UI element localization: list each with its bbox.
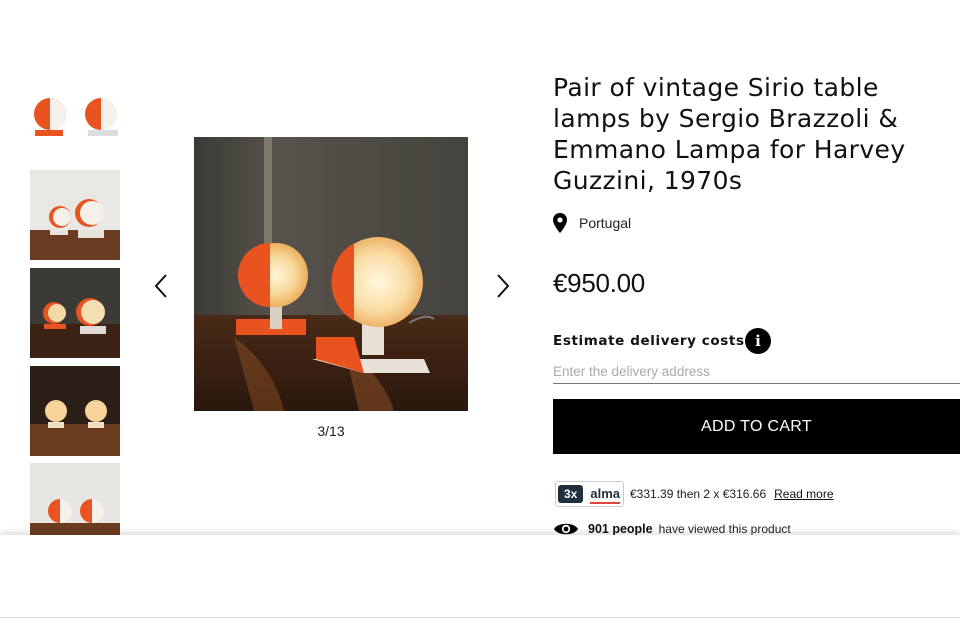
viewers-text: have viewed this product xyxy=(658,522,791,536)
previous-image-button[interactable] xyxy=(150,270,174,302)
thumbnail-4[interactable] xyxy=(30,366,120,456)
next-image-button[interactable] xyxy=(490,270,514,302)
delivery-address-input[interactable] xyxy=(553,360,960,384)
thumbnail-5[interactable] xyxy=(30,463,120,536)
thumbnail-2[interactable] xyxy=(30,170,120,260)
map-pin-icon xyxy=(553,213,567,233)
thumbnail-3[interactable] xyxy=(30,268,120,358)
product-title: Pair of vintage Sirio table lamps by Ser… xyxy=(553,73,906,195)
alma-installments: 3x alma €331.39 then 2 x €316.66 Read mo… xyxy=(555,481,834,507)
product-location: Portugal xyxy=(553,212,631,234)
location-label: Portugal xyxy=(579,215,632,231)
info-icon[interactable]: i xyxy=(745,328,771,354)
add-to-cart-button[interactable]: ADD TO CART xyxy=(553,399,960,454)
thumbnail-1[interactable] xyxy=(30,76,120,166)
alma-installment-text: €331.39 then 2 x €316.66 xyxy=(630,487,767,501)
alma-installment-count: 3x xyxy=(558,485,584,503)
image-counter: 3/13 xyxy=(317,423,345,439)
read-more-link[interactable]: Read more xyxy=(774,487,833,501)
chevron-left-icon xyxy=(154,274,167,298)
viewers-count: 901 people xyxy=(588,522,653,536)
delivery-estimate-label: Estimate delivery costs xyxy=(553,333,745,349)
alma-badge: 3x alma xyxy=(555,481,624,507)
alma-logo: alma xyxy=(590,485,620,504)
bottom-overlay-panel xyxy=(0,535,960,618)
main-product-image[interactable] xyxy=(194,137,468,411)
chevron-right-icon xyxy=(497,274,510,298)
product-price: €950.00 xyxy=(553,268,645,298)
